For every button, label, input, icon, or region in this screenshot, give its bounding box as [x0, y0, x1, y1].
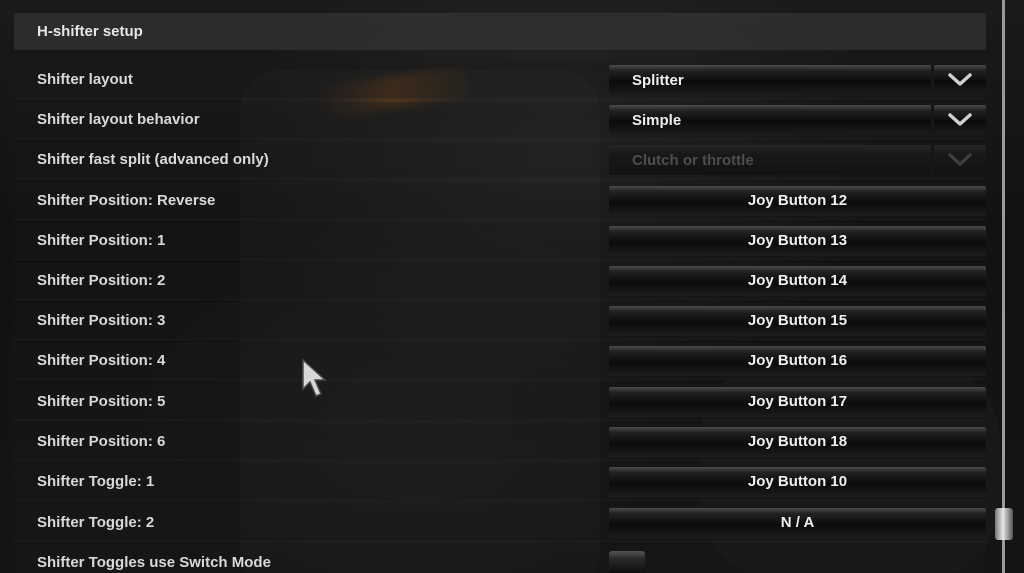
shifter-layout-dropdown[interactable]: Splitter: [609, 65, 986, 95]
row-label: Shifter fast split (advanced only): [37, 151, 269, 168]
dropdown-value-box[interactable]: Splitter: [609, 65, 931, 95]
binding-button[interactable]: Joy Button 16: [609, 346, 986, 376]
binding-button[interactable]: Joy Button 10: [609, 467, 986, 497]
settings-screen: H-shifter setup Shifter layout Splitter …: [0, 0, 1024, 573]
shifter-fast-split-dropdown: Clutch or throttle: [609, 145, 986, 175]
row-label: Shifter Position: 6: [37, 433, 166, 450]
binding-button[interactable]: Joy Button 12: [609, 186, 986, 216]
switch-mode-checkbox[interactable]: [609, 551, 645, 573]
row-shifter-position-6: Shifter Position: 6 Joy Button 18: [14, 424, 986, 461]
scrollbar-thumb[interactable]: [995, 508, 1013, 540]
row-shifter-layout-behavior: Shifter layout behavior Simple: [14, 102, 986, 139]
row-shifter-fast-split: Shifter fast split (advanced only) Clutc…: [14, 142, 986, 179]
row-label: Shifter Position: 5: [37, 393, 166, 410]
scrollbar-track[interactable]: [1002, 0, 1005, 573]
binding-button[interactable]: Joy Button 15: [609, 306, 986, 336]
dropdown-value: Splitter: [632, 72, 684, 89]
binding-button[interactable]: Joy Button 13: [609, 226, 986, 256]
chevron-down-icon: [948, 113, 972, 126]
row-label: Shifter Position: Reverse: [37, 192, 216, 209]
dropdown-toggle[interactable]: [934, 105, 986, 135]
binding-button[interactable]: N / A: [609, 508, 986, 538]
binding-button[interactable]: Joy Button 17: [609, 387, 986, 417]
row-shifter-toggles-switch-mode: Shifter Toggles use Switch Mode: [14, 545, 986, 573]
row-label: Shifter Toggle: 2: [37, 514, 155, 531]
row-label: Shifter Toggle: 1: [37, 473, 155, 490]
row-shifter-position-reverse: Shifter Position: Reverse Joy Button 12: [14, 183, 986, 220]
row-label: Shifter layout behavior: [37, 111, 200, 128]
section-header: H-shifter setup: [14, 13, 986, 50]
dropdown-toggle[interactable]: [934, 65, 986, 95]
row-shifter-layout: Shifter layout Splitter: [14, 62, 986, 99]
binding-button[interactable]: Joy Button 18: [609, 427, 986, 457]
row-shifter-position-5: Shifter Position: 5 Joy Button 17: [14, 384, 986, 421]
binding-button[interactable]: Joy Button 14: [609, 266, 986, 296]
dropdown-value-box: Clutch or throttle: [609, 145, 931, 175]
row-shifter-position-4: Shifter Position: 4 Joy Button 16: [14, 343, 986, 380]
row-shifter-position-1: Shifter Position: 1 Joy Button 13: [14, 223, 986, 260]
row-shifter-toggle-1: Shifter Toggle: 1 Joy Button 10: [14, 464, 986, 501]
mouse-pointer-icon: [302, 359, 327, 397]
chevron-down-icon: [948, 153, 972, 166]
row-label: Shifter layout: [37, 71, 133, 88]
row-shifter-position-2: Shifter Position: 2 Joy Button 14: [14, 263, 986, 300]
dropdown-value: Clutch or throttle: [632, 152, 754, 169]
row-label: Shifter Position: 2: [37, 272, 166, 289]
row-label: Shifter Position: 1: [37, 232, 166, 249]
row-label: Shifter Position: 4: [37, 352, 166, 369]
section-title: H-shifter setup: [37, 23, 143, 40]
dropdown-toggle: [934, 145, 986, 175]
dropdown-value-box[interactable]: Simple: [609, 105, 931, 135]
shifter-layout-behavior-dropdown[interactable]: Simple: [609, 105, 986, 135]
chevron-down-icon: [948, 73, 972, 86]
dropdown-value: Simple: [632, 112, 682, 129]
row-label: Shifter Toggles use Switch Mode: [37, 554, 271, 571]
row-label: Shifter Position: 3: [37, 312, 166, 329]
row-shifter-position-3: Shifter Position: 3 Joy Button 15: [14, 303, 986, 340]
row-shifter-toggle-2: Shifter Toggle: 2 N / A: [14, 505, 986, 542]
